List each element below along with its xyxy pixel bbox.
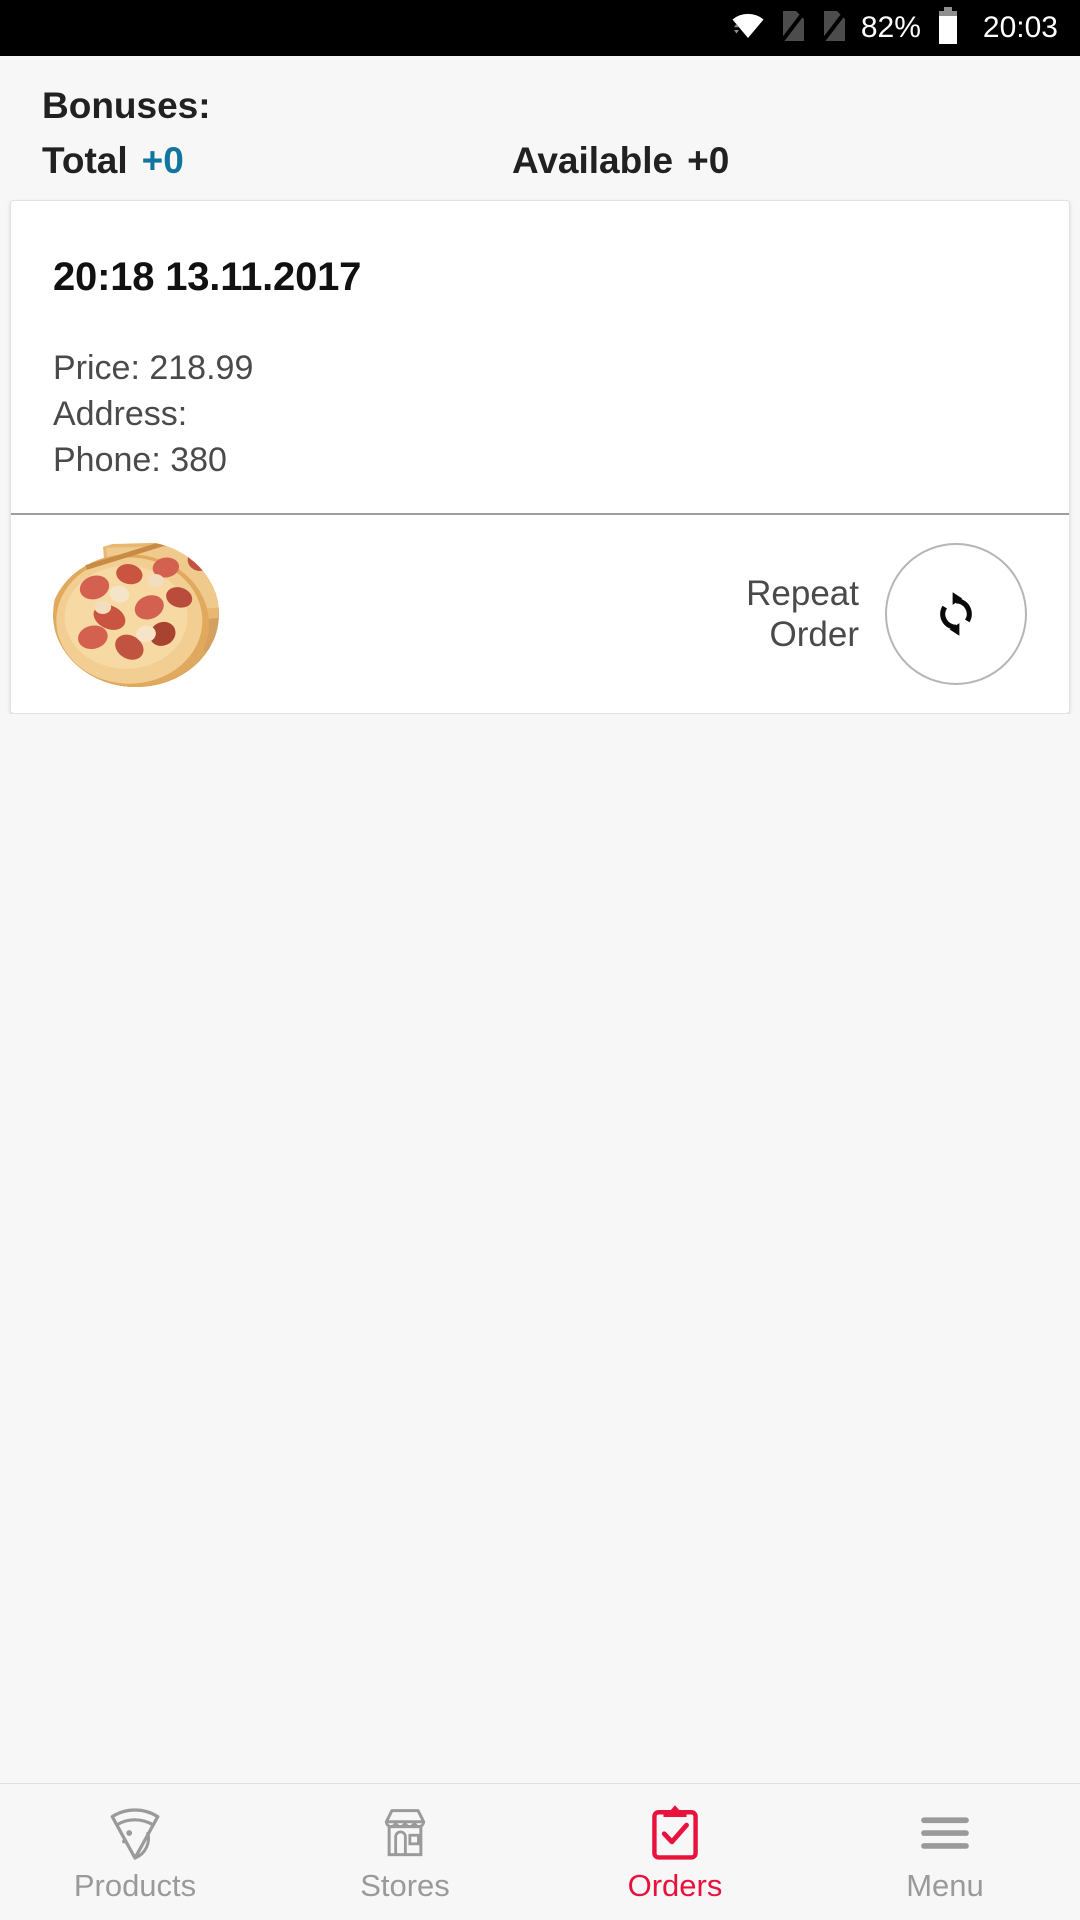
empty-content-area [0,714,1080,1920]
nav-item-orders[interactable]: Orders [540,1784,810,1920]
bonuses-available-group: Available +0 [512,139,729,183]
bonuses-header: Bonuses: Total +0 Available +0 [0,56,1080,200]
bonuses-title: Bonuses: [42,85,211,126]
repeat-order-button[interactable] [885,543,1027,686]
status-bar-clock: 20:03 [982,11,1058,44]
repeat-order-group[interactable]: Repeat Order [746,543,1027,686]
order-card-footer: Repeat Order [11,515,1069,713]
app-root: 82% 20:03 Bonuses: Total +0 Available +0 [0,0,1080,1920]
sim-card-disabled-icon-2 [820,9,848,48]
wifi-icon [730,11,766,46]
nav-label-stores: Stores [360,1867,450,1903]
bonuses-total-label: Total [42,140,128,182]
repeat-order-label: Repeat Order [746,574,859,655]
hamburger-menu-icon [917,1804,973,1862]
bonuses-total-group: Total +0 [42,139,512,183]
bonuses-total-value: +0 [141,140,184,182]
bonuses-values-row: Total +0 Available +0 [42,139,1038,183]
battery-percent-label: 82% [860,11,921,44]
clipboard-check-icon [650,1804,700,1862]
order-datetime: 20:18 13.11.2017 [53,254,362,299]
orders-list: 20:18 13.11.2017 Price: 218.99 Address: … [0,199,1080,715]
status-bar-right-cluster: 82% 20:03 [730,6,1058,50]
bonuses-available-value: +0 [687,140,730,182]
order-phone: Phone: 380 [53,441,227,480]
battery-full-icon [936,6,960,50]
order-price: Price: 218.99 [53,348,254,387]
refresh-sync-icon [927,585,985,643]
nav-item-menu[interactable]: Menu [810,1784,1080,1920]
storefront-icon [377,1804,433,1862]
nav-item-stores[interactable]: Stores [270,1784,540,1920]
nav-label-orders: Orders [627,1867,723,1903]
sim-card-disabled-icon-1 [779,9,807,48]
bottom-navigation-bar: Products Stores Orders Menu [0,1783,1080,1920]
nav-item-products[interactable]: Products [0,1784,270,1920]
pizza-slice-icon [108,1804,162,1862]
bonuses-available-label: Available [512,140,674,182]
pizza-thumbnail-image [53,541,219,688]
order-card-body: 20:18 13.11.2017 Price: 218.99 Address: … [11,201,1069,514]
order-address: Address: [53,394,188,433]
order-card[interactable]: 20:18 13.11.2017 Price: 218.99 Address: … [10,199,1070,715]
nav-label-products: Products [73,1867,197,1903]
status-bar: 82% 20:03 [0,0,1080,56]
nav-label-menu: Menu [906,1867,984,1903]
